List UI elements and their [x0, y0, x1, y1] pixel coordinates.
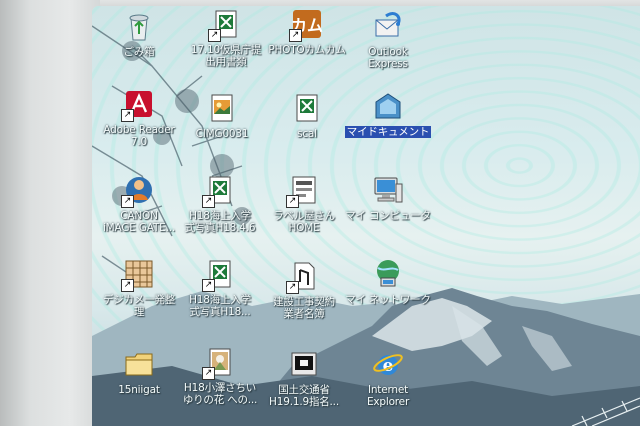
canon-imagegateway-icon: ↗: [121, 174, 155, 208]
desktop-icon-label: ごみ箱: [123, 46, 155, 58]
desktop-icon-label: 15niigat: [118, 384, 160, 396]
desktop[interactable]: ごみ箱 ↗ 17.10仮県庁提 出用書類 カム ↗ PHOTOカムカム Outl…: [92, 6, 640, 426]
internet-explorer-icon: e: [372, 348, 404, 380]
desktop-icon-label: 建設工事契約 業者名簿: [273, 296, 335, 320]
shortcut-arrow-icon: ↗: [121, 109, 134, 122]
shortcut-arrow-icon: ↗: [202, 279, 215, 292]
shortcut-arrow-icon: ↗: [121, 279, 134, 292]
desktop-icon-label: CIMG0031: [195, 128, 249, 140]
my-documents-icon: [372, 90, 404, 122]
desktop-icon-label: H18小澤さちい ゆりの花 への...: [182, 382, 258, 406]
shortcut-arrow-icon: ↗: [208, 29, 221, 42]
folder-icon: [123, 348, 155, 380]
desktop-icon-label: Adobe Reader 7.0: [103, 124, 175, 148]
desktop-icon-my-documents[interactable]: マイドキュメント: [336, 90, 440, 138]
my-computer-icon: [372, 174, 404, 206]
desktop-icon-label: Outlook Express: [368, 46, 408, 70]
desktop-icon-label: H18海上入学 式写真H18...: [189, 294, 251, 318]
desktop-icon-label: scal: [297, 128, 317, 140]
photo-app-icon: カム ↗: [289, 8, 323, 42]
desktop-icon-my-computer[interactable]: マイ コンピュータ: [336, 174, 440, 222]
adobe-reader-icon: ↗: [121, 88, 155, 122]
shortcut-arrow-icon: ↗: [286, 195, 299, 208]
excel-file-icon: [291, 92, 323, 124]
desktop-icon-label: マイ ネットワーク: [345, 294, 431, 306]
media-file-icon: [288, 348, 320, 380]
shortcut-arrow-icon: ↗: [121, 195, 134, 208]
excel-file-icon: ↗: [208, 8, 242, 42]
desktop-icon-label: 国土交通省 H19.1.9指名...: [269, 384, 339, 408]
excel-file-icon: ↗: [202, 174, 236, 208]
label-app-icon: ↗: [286, 174, 320, 208]
shortcut-arrow-icon: ↗: [202, 367, 215, 380]
desktop-icon-label: PHOTOカムカム: [268, 44, 346, 56]
shortcut-arrow-icon: ↗: [286, 281, 299, 294]
desktop-icon-label: マイ コンピュータ: [345, 210, 431, 222]
my-network-icon: [372, 258, 404, 290]
shortcut-arrow-icon: ↗: [289, 29, 302, 42]
desktop-icon-my-network[interactable]: マイ ネットワーク: [336, 258, 440, 306]
excel-file-icon: ↗: [202, 258, 236, 292]
shortcut-arrow-icon: ↗: [202, 195, 215, 208]
desktop-icon-label: CANON iMAGE GATE...: [102, 210, 176, 234]
desktop-icon-internet-explorer[interactable]: e Internet Explorer: [336, 348, 440, 408]
desktop-icon-label: 17.10仮県庁提 出用書類: [190, 44, 262, 68]
monitor-bezel-left: [0, 0, 100, 426]
camera-tool-icon: ↗: [121, 258, 155, 292]
recycle-bin-icon: [123, 10, 155, 42]
desktop-icon-outlook-express[interactable]: Outlook Express: [336, 10, 440, 70]
desktop-icon-label: デジカメ一発整 理: [102, 294, 176, 318]
desktop-icon-label: マイドキュメント: [344, 126, 432, 138]
desktop-icon-label: ラベル屋さん HOME: [273, 210, 335, 234]
image-shortcut-icon: ↗: [202, 346, 236, 380]
desktop-icon-label: Internet Explorer: [366, 384, 410, 408]
outlook-express-icon: [372, 10, 404, 42]
image-file-icon: [206, 92, 238, 124]
desktop-icon-label: H18海上入学 式写真H18.4.6: [184, 210, 256, 234]
document-shortcut-icon: ↗: [286, 260, 320, 294]
